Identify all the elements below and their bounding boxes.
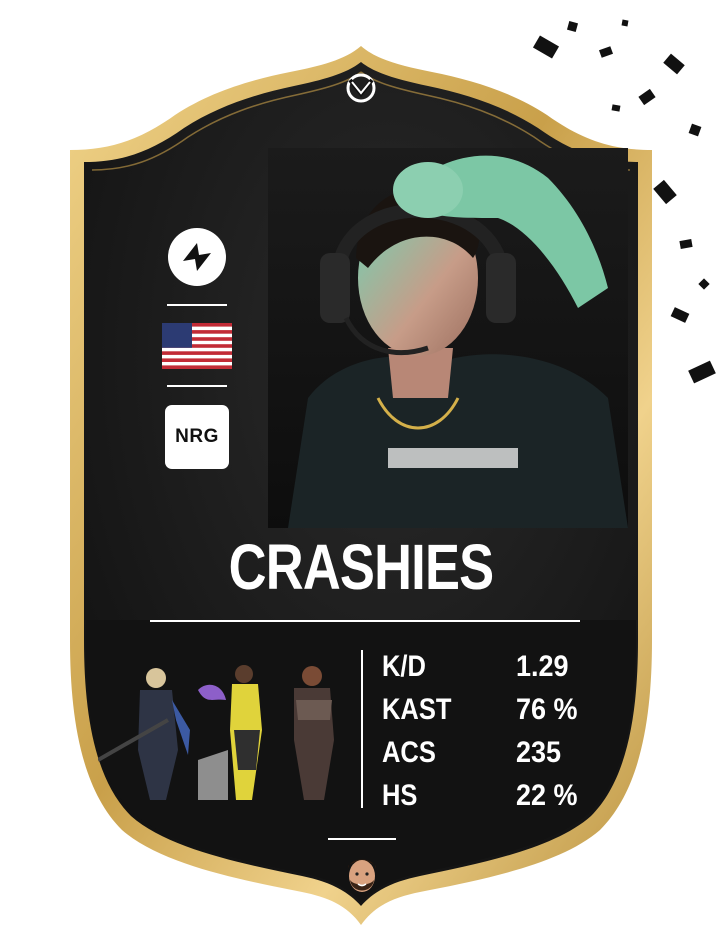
stat-row-acs: ACS 235 xyxy=(382,736,612,776)
stat-value: 22 % xyxy=(516,779,578,812)
stat-row-kast: KAST 76 % xyxy=(382,693,612,733)
org-logo: NRG xyxy=(165,405,229,469)
usa-flag-icon xyxy=(162,323,232,369)
player-photo xyxy=(268,148,628,528)
shard-particle xyxy=(611,104,621,112)
agent-sova-icon xyxy=(97,668,190,800)
bottom-divider xyxy=(328,838,396,840)
team-logo xyxy=(168,228,226,286)
player-card: NRG CRASHIES K/D 1.29 KAST 76 % ACS 235 … xyxy=(0,0,722,940)
stat-row-kd: K/D 1.29 xyxy=(382,650,612,690)
stat-row-hs: HS 22 % xyxy=(382,779,612,819)
org-logo-text: NRG xyxy=(175,426,219,447)
creator-avatar-icon xyxy=(340,852,384,898)
player-name: CRASHIES xyxy=(228,531,494,603)
agent-killjoy-icon xyxy=(198,665,262,800)
stat-label: ACS xyxy=(382,736,436,769)
agents-group xyxy=(97,660,358,808)
stat-value: 235 xyxy=(516,736,562,769)
shard-particle xyxy=(621,19,629,27)
name-underline xyxy=(150,620,580,622)
divider xyxy=(167,385,227,387)
stat-value: 1.29 xyxy=(516,650,569,683)
stats-divider xyxy=(361,650,363,808)
divider xyxy=(167,304,227,306)
stat-label: KAST xyxy=(382,693,452,726)
stat-label: K/D xyxy=(382,650,426,683)
agent-kayo-icon xyxy=(294,666,334,800)
stat-value: 76 % xyxy=(516,693,578,726)
stat-label: HS xyxy=(382,779,418,812)
team-logo-icon xyxy=(183,243,211,271)
